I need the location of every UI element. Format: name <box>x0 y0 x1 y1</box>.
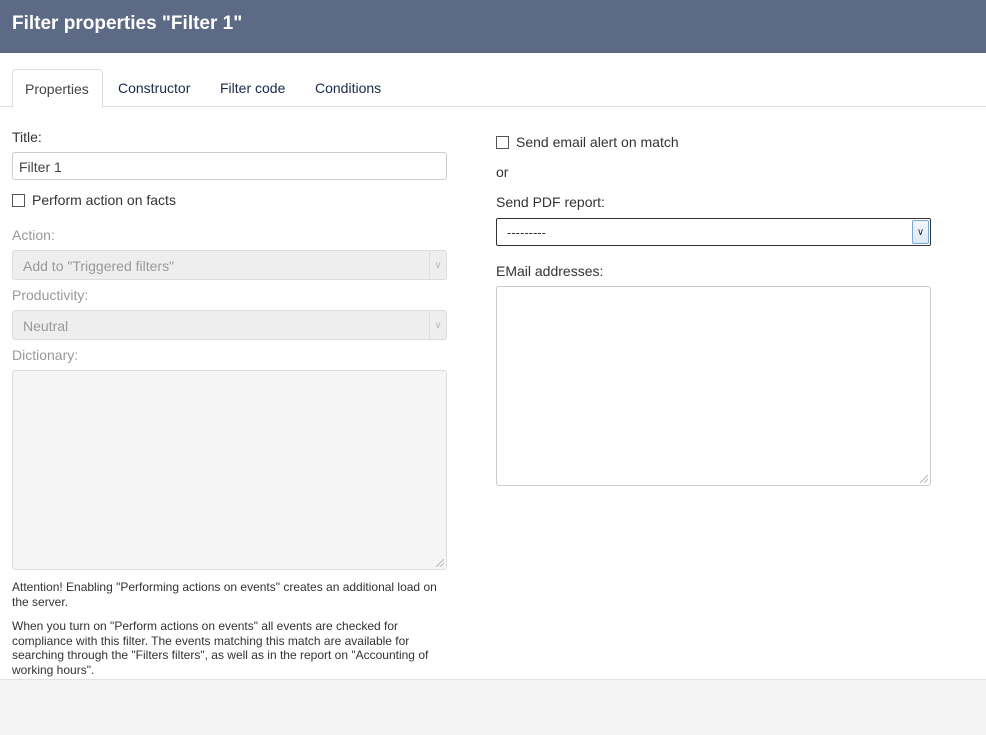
action-label: Action: <box>12 227 55 243</box>
tab-filter-code[interactable]: Filter code <box>220 69 285 107</box>
perform-action-checkbox[interactable] <box>12 194 25 207</box>
tab-properties[interactable]: Properties <box>12 69 103 108</box>
pdf-report-select[interactable]: --------- ∨ <box>496 218 931 246</box>
resize-grip-icon <box>436 559 444 567</box>
productivity-select-value: Neutral <box>23 318 69 334</box>
productivity-select: Neutral ∨ <box>12 310 447 340</box>
title-input[interactable]: Filter 1 <box>12 152 447 180</box>
dictionary-label: Dictionary: <box>12 347 79 363</box>
email-alert-label: Send email alert on match <box>516 134 679 150</box>
tab-constructor[interactable]: Constructor <box>118 69 190 107</box>
dialog-title: Filter properties "Filter 1" <box>0 0 986 53</box>
pdf-report-select-value: --------- <box>507 225 546 240</box>
dialog-footer <box>0 679 986 735</box>
chevron-down-icon[interactable]: ∨ <box>912 220 929 244</box>
email-addresses-textarea[interactable] <box>496 286 931 486</box>
chevron-down-icon: ∨ <box>429 251 446 279</box>
resize-grip-icon[interactable] <box>920 475 928 483</box>
title-label: Title: <box>12 129 42 145</box>
tab-conditions[interactable]: Conditions <box>315 69 381 107</box>
productivity-label: Productivity: <box>12 287 89 303</box>
info-note: When you turn on "Perform actions on eve… <box>12 619 429 677</box>
attention-note: Attention! Enabling "Performing actions … <box>12 580 437 609</box>
chevron-down-icon: ∨ <box>429 311 446 339</box>
pdf-report-label: Send PDF report: <box>496 194 605 210</box>
email-alert-checkbox[interactable] <box>496 136 509 149</box>
dictionary-textarea <box>12 370 447 570</box>
perform-action-label: Perform action on facts <box>32 192 176 208</box>
tab-bar: Properties Constructor Filter code Condi… <box>0 69 986 108</box>
email-addresses-label: EMail addresses: <box>496 263 604 279</box>
action-select-value: Add to "Triggered filters" <box>23 258 175 274</box>
action-select: Add to "Triggered filters" ∨ <box>12 250 447 280</box>
or-text: or <box>496 164 509 180</box>
